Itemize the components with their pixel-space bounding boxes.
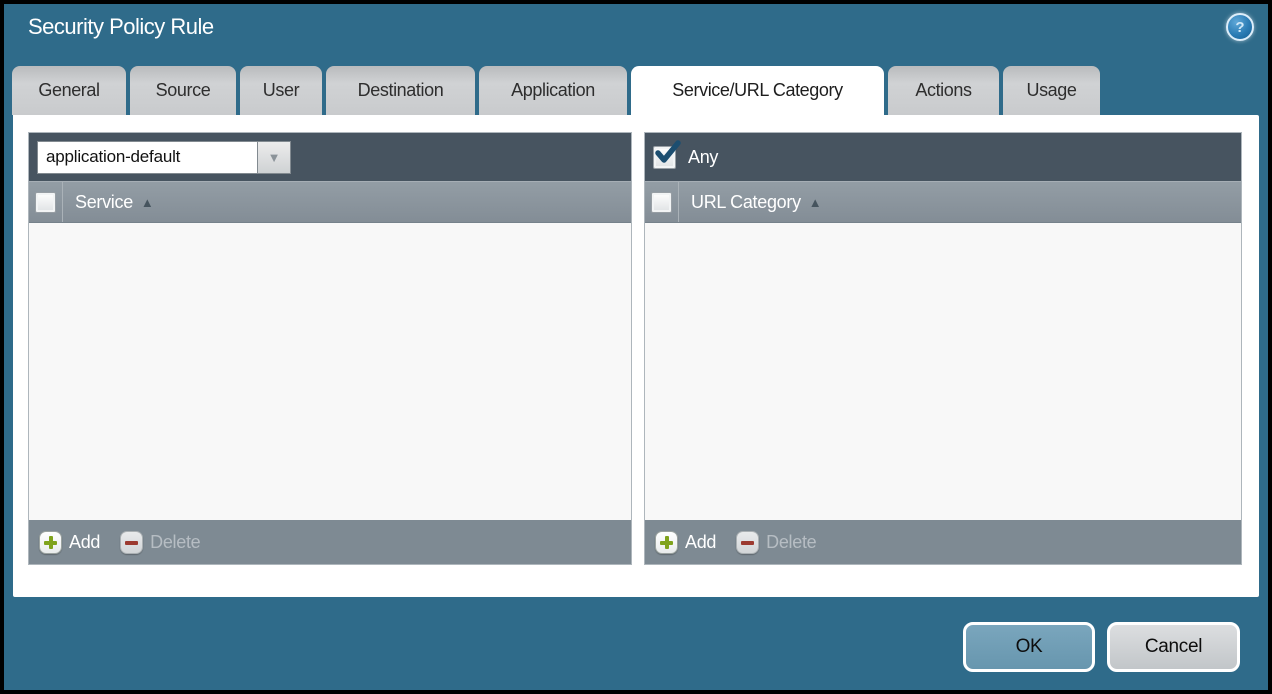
tab-user[interactable]: User — [240, 66, 322, 115]
service-add-button[interactable]: Add — [39, 531, 100, 554]
ok-button[interactable]: OK — [963, 622, 1095, 672]
url-category-panel-header: Any — [645, 133, 1241, 181]
url-category-select-all-cell — [645, 182, 679, 222]
url-category-add-label: Add — [685, 532, 716, 553]
url-category-add-button[interactable]: Add — [655, 531, 716, 554]
any-checkbox[interactable] — [653, 146, 676, 169]
tab-application[interactable]: Application — [479, 66, 627, 115]
minus-icon — [736, 531, 759, 554]
sort-ascending-icon: ▲ — [809, 196, 822, 209]
dialog-title: Security Policy Rule — [28, 14, 214, 40]
sort-ascending-icon: ▲ — [141, 196, 154, 209]
tab-destination[interactable]: Destination — [326, 66, 475, 115]
service-panel: ▼ Service ▲ Add — [28, 132, 632, 565]
tab-bar: General Source User Destination Applicat… — [12, 66, 1100, 115]
help-glyph: ? — [1235, 19, 1244, 36]
service-panel-footer: Add Delete — [29, 520, 631, 564]
url-category-column-label-wrap[interactable]: URL Category ▲ — [679, 182, 821, 222]
security-policy-rule-dialog: Security Policy Rule ? General Source Us… — [0, 0, 1272, 694]
service-delete-label: Delete — [150, 532, 200, 553]
service-column-label-wrap[interactable]: Service ▲ — [63, 182, 154, 222]
service-column-label: Service — [75, 192, 133, 213]
tab-source[interactable]: Source — [130, 66, 236, 115]
url-category-delete-label: Delete — [766, 532, 816, 553]
minus-icon — [120, 531, 143, 554]
service-column-header: Service ▲ — [29, 181, 631, 223]
plus-icon — [655, 531, 678, 554]
cancel-button-label: Cancel — [1145, 636, 1202, 658]
service-type-input[interactable] — [37, 141, 257, 174]
service-select-all-checkbox[interactable] — [35, 192, 56, 213]
service-list[interactable] — [29, 223, 631, 520]
tab-general[interactable]: General — [12, 66, 126, 115]
checkmark-icon — [654, 140, 681, 167]
any-label: Any — [688, 147, 718, 168]
chevron-down-icon: ▼ — [268, 150, 281, 165]
url-category-panel-footer: Add Delete — [645, 520, 1241, 564]
url-category-column-header: URL Category ▲ — [645, 181, 1241, 223]
url-category-list[interactable] — [645, 223, 1241, 520]
service-type-dropdown-button[interactable]: ▼ — [257, 141, 291, 174]
service-panel-header: ▼ — [29, 133, 631, 181]
cancel-button[interactable]: Cancel — [1107, 622, 1240, 672]
url-category-delete-button[interactable]: Delete — [736, 531, 816, 554]
service-add-label: Add — [69, 532, 100, 553]
service-delete-button[interactable]: Delete — [120, 531, 200, 554]
tab-service-url-category[interactable]: Service/URL Category — [631, 66, 884, 115]
plus-icon — [39, 531, 62, 554]
service-select-all-cell — [29, 182, 63, 222]
service-type-combobox: ▼ — [37, 141, 291, 174]
url-category-panel: Any URL Category ▲ Add Del — [644, 132, 1242, 565]
ok-button-label: OK — [1016, 636, 1043, 658]
url-category-select-all-checkbox[interactable] — [651, 192, 672, 213]
url-category-column-label: URL Category — [691, 192, 801, 213]
tab-actions[interactable]: Actions — [888, 66, 999, 115]
help-icon[interactable]: ? — [1226, 13, 1254, 41]
tab-usage[interactable]: Usage — [1003, 66, 1100, 115]
tab-content-sheet: ▼ Service ▲ Add — [13, 115, 1259, 597]
